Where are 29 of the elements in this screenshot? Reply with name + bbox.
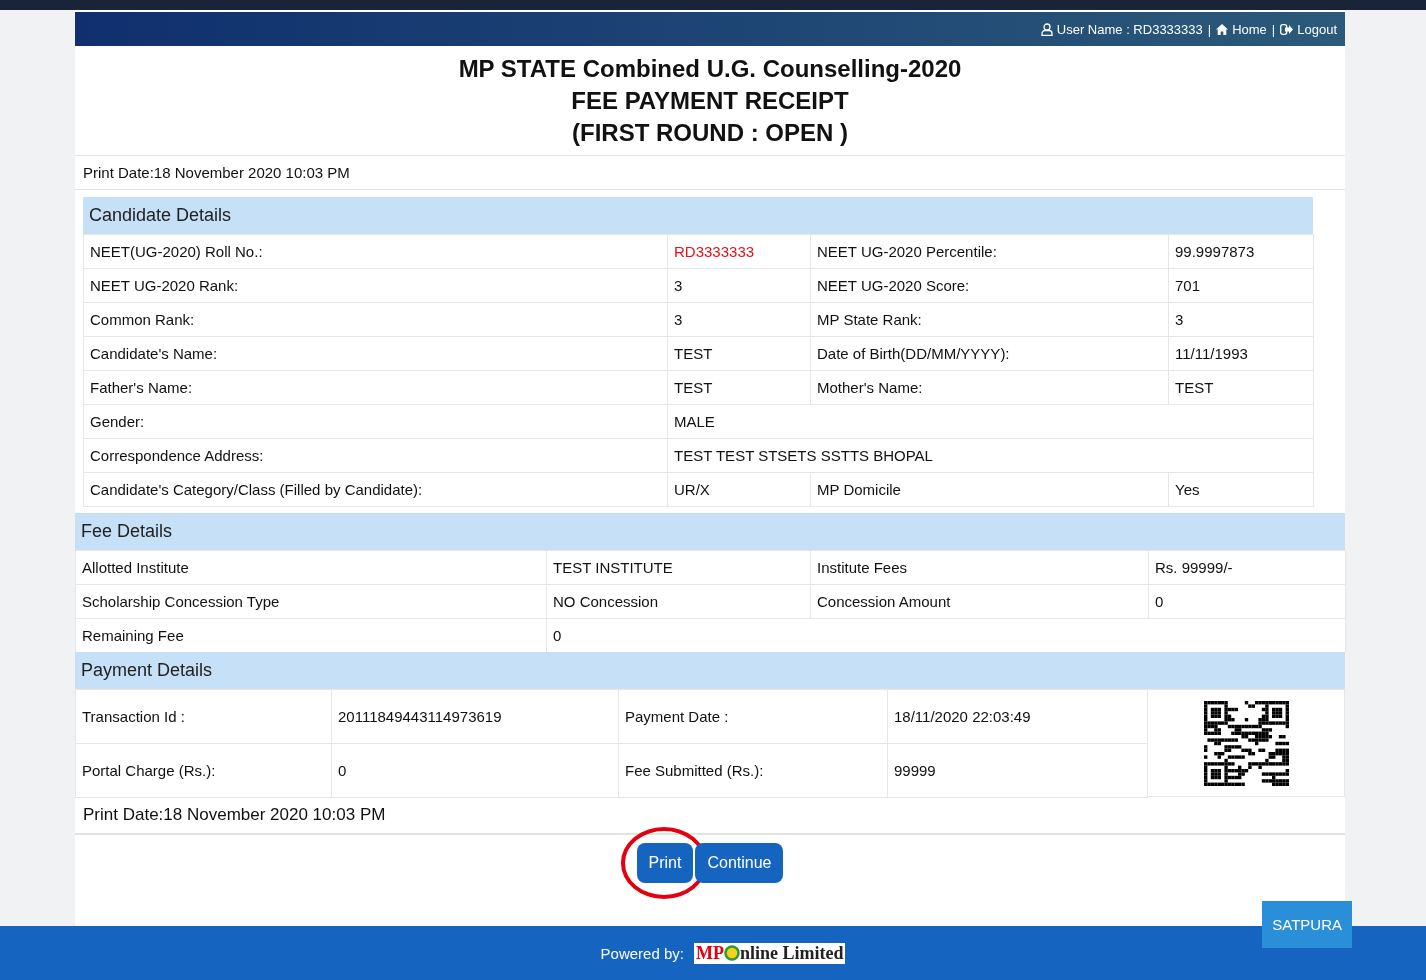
section-heading: Candidate Details	[83, 197, 1313, 234]
table-cell: Portal Charge (Rs.):	[75, 743, 332, 798]
table-cell: 99.9997873	[1168, 234, 1314, 269]
continue-button[interactable]: Continue	[695, 843, 784, 883]
table-cell: Yes	[1168, 472, 1314, 507]
home-icon	[1216, 23, 1229, 35]
section-heading: Fee Details	[75, 513, 1345, 550]
separator: |	[1271, 21, 1276, 37]
print-button[interactable]: Print	[636, 843, 694, 883]
company-logo: MP nline Limited	[693, 942, 846, 964]
table-cell: Allotted Institute	[75, 550, 547, 585]
table-cell: Rs. 99999/-	[1148, 550, 1346, 585]
user-name: User Name : RD3333333	[1040, 21, 1203, 37]
home-link[interactable]: Home	[1216, 21, 1267, 37]
section-heading: Payment Details	[75, 652, 1345, 689]
logout-link[interactable]: Logout	[1280, 21, 1337, 37]
receipt-title: (FIRST ROUND : OPEN )	[572, 118, 848, 148]
satpura-badge: SATPURA	[1262, 901, 1352, 948]
separator: |	[1207, 21, 1212, 37]
table-cell: NEET(UG-2020) Roll No.:	[83, 234, 668, 269]
user-icon	[1040, 22, 1053, 36]
print-date: Print Date:18 November 2020 10:03 PM	[75, 797, 1345, 834]
table-cell: Candidate's Category/Class (Filled by Candidate):	[83, 472, 668, 507]
receipt-title: MP STATE Combined U.G. Counselling-2020	[458, 54, 962, 84]
table-cell: Transaction Id :	[75, 689, 332, 744]
receipt-title: FEE PAYMENT RECEIPT	[571, 86, 849, 116]
print-date: Print Date:18 November 2020 10:03 PM	[75, 156, 1345, 190]
logout-icon	[1280, 23, 1294, 35]
powered-by-label: Powered by:	[600, 944, 684, 962]
